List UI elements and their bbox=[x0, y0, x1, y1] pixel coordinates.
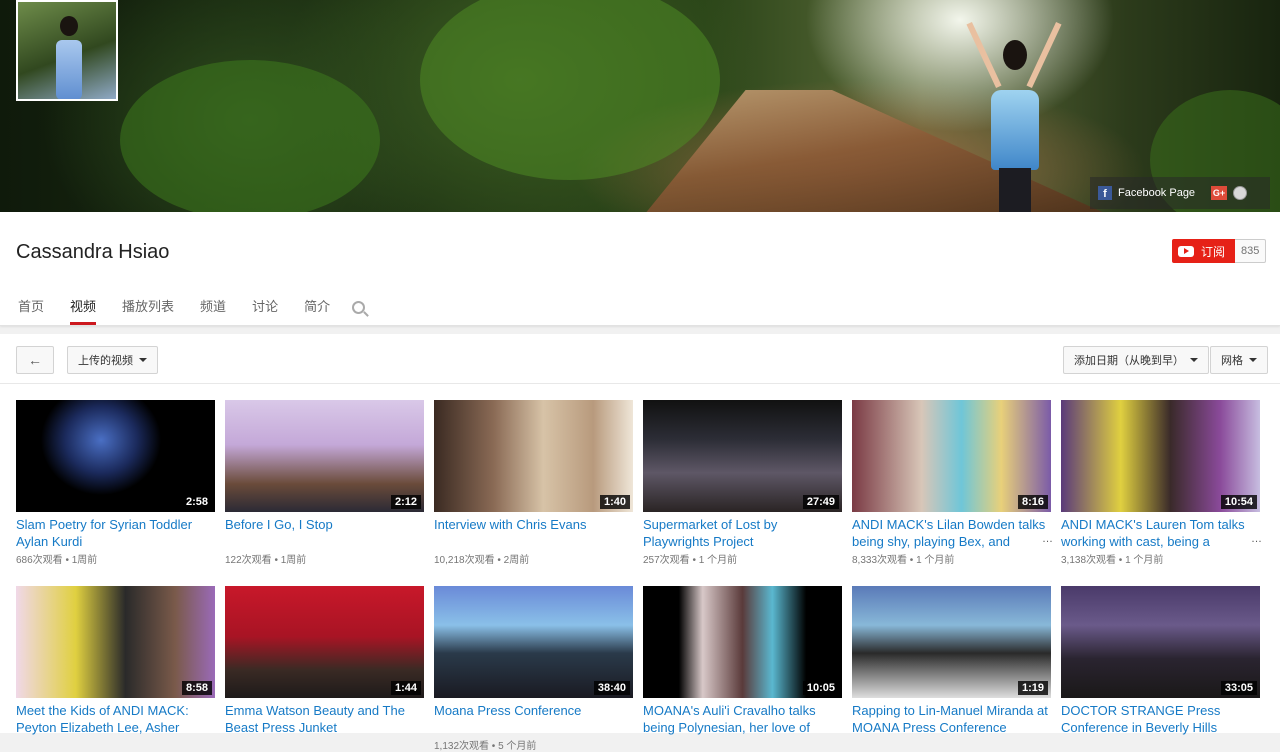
video-meta: 1,132次观看 • 5 个月前 bbox=[434, 741, 537, 752]
video-card[interactable]: 10:05 MOANA's Auli'i Cravalho talks bein… bbox=[643, 586, 842, 736]
video-duration: 38:40 bbox=[593, 681, 630, 695]
banner-foliage bbox=[120, 60, 380, 212]
globe-icon[interactable] bbox=[1233, 186, 1248, 200]
video-card[interactable]: 33:05 DOCTOR STRANGE Press Conference in… bbox=[1061, 586, 1260, 736]
chevron-down-icon bbox=[1190, 358, 1198, 362]
video-card[interactable]: 27:49 Supermarket of Lost by Playwrights… bbox=[643, 400, 842, 566]
sort-label: 添加日期（从晚到早） bbox=[1074, 355, 1184, 367]
back-button[interactable]: ← bbox=[16, 346, 54, 374]
chevron-down-icon bbox=[1249, 358, 1257, 362]
video-thumbnail[interactable]: 38:40 bbox=[434, 586, 633, 698]
chevron-down-icon bbox=[139, 358, 147, 362]
video-thumbnail[interactable]: 1:40 bbox=[434, 400, 633, 512]
channel-banner: f Facebook Page G+ bbox=[0, 0, 1280, 212]
video-meta: 122次观看 • 1周前 bbox=[225, 555, 307, 566]
videos-toolbar: ← 上传的视频 添加日期（从晚到早） 网格 bbox=[0, 334, 1280, 384]
banner-person bbox=[966, 22, 1062, 212]
video-duration: 1:40 bbox=[599, 495, 630, 509]
video-duration: 1:19 bbox=[1017, 681, 1048, 695]
uploads-label: 上传的视频 bbox=[78, 355, 133, 367]
channel-tabs: 首页 视频 播放列表 频道 讨论 简介 bbox=[0, 288, 366, 326]
video-thumbnail[interactable]: 10:05 bbox=[643, 586, 842, 698]
video-thumbnail[interactable]: 33:05 bbox=[1061, 586, 1260, 698]
video-duration: 10:05 bbox=[802, 681, 839, 695]
social-links: f Facebook Page G+ bbox=[1090, 177, 1270, 209]
tab-discussion[interactable]: 讨论 bbox=[252, 288, 278, 326]
video-title[interactable]: Supermarket of Lost by Playwrights Proje… bbox=[643, 516, 842, 550]
videos-section: ← 上传的视频 添加日期（从晚到早） 网格 2:58 Slam Poetry f… bbox=[0, 334, 1280, 752]
more-icon[interactable]: … bbox=[1251, 533, 1262, 545]
video-meta: 257次观看 • 1 个月前 bbox=[643, 555, 738, 566]
video-thumbnail[interactable]: 8:16 bbox=[852, 400, 1051, 512]
video-duration: 8:58 bbox=[181, 681, 212, 695]
video-title[interactable]: Meet the Kids of ANDI MACK: Peyton Eliza… bbox=[16, 702, 215, 736]
video-title[interactable]: Slam Poetry for Syrian Toddler Aylan Kur… bbox=[16, 516, 215, 550]
video-duration: 33:05 bbox=[1220, 681, 1257, 695]
video-thumbnail[interactable]: 10:54 bbox=[1061, 400, 1260, 512]
video-duration: 2:58 bbox=[181, 495, 212, 509]
video-meta: 3,138次观看 • 1 个月前 bbox=[1061, 555, 1164, 566]
video-thumbnail[interactable]: 1:19 bbox=[852, 586, 1051, 698]
video-card[interactable]: 1:19 Rapping to Lin-Manuel Miranda at MO… bbox=[852, 586, 1051, 736]
tab-channels[interactable]: 频道 bbox=[200, 288, 226, 326]
video-card[interactable]: 2:12 Before I Go, I Stop 122次观看 • 1周前 bbox=[225, 400, 424, 566]
tab-playlists[interactable]: 播放列表 bbox=[122, 288, 174, 326]
sort-dropdown[interactable]: 添加日期（从晚到早） bbox=[1063, 346, 1209, 374]
search-icon[interactable] bbox=[352, 301, 366, 314]
video-title[interactable]: Rapping to Lin-Manuel Miranda at MOANA P… bbox=[852, 702, 1051, 736]
video-title[interactable]: ANDI MACK's Lauren Tom talks working wit… bbox=[1061, 516, 1260, 550]
video-card[interactable]: 8:16 ANDI MACK's Lilan Bowden talks bein… bbox=[852, 400, 1053, 566]
channel-header: Cassandra Hsiao 订阅 835 首页 视频 播放列表 频道 讨论 … bbox=[0, 212, 1280, 326]
video-duration: 10:54 bbox=[1220, 495, 1257, 509]
subscribe-label: 订阅 bbox=[1201, 244, 1226, 259]
video-thumbnail[interactable]: 8:58 bbox=[16, 586, 215, 698]
view-label: 网格 bbox=[1221, 355, 1243, 367]
video-meta: 10,218次观看 • 2周前 bbox=[434, 555, 530, 566]
video-thumbnail[interactable]: 1:44 bbox=[225, 586, 424, 698]
video-thumbnail[interactable]: 2:58 bbox=[16, 400, 215, 512]
video-card[interactable]: 8:58 Meet the Kids of ANDI MACK: Peyton … bbox=[16, 586, 215, 736]
video-duration: 1:44 bbox=[390, 681, 421, 695]
video-card[interactable]: 10:54 ANDI MACK's Lauren Tom talks worki… bbox=[1061, 400, 1262, 566]
video-card[interactable]: 1:44 Emma Watson Beauty and The Beast Pr… bbox=[225, 586, 424, 736]
video-duration: 27:49 bbox=[802, 495, 839, 509]
video-title[interactable]: Before I Go, I Stop bbox=[225, 516, 424, 550]
tab-home[interactable]: 首页 bbox=[18, 288, 44, 326]
more-icon[interactable]: … bbox=[1042, 533, 1053, 545]
tab-videos[interactable]: 视频 bbox=[70, 288, 97, 326]
video-title[interactable]: ANDI MACK's Lilan Bowden talks being shy… bbox=[852, 516, 1051, 550]
video-title[interactable]: Interview with Chris Evans bbox=[434, 516, 633, 550]
subscribe-button[interactable]: 订阅 bbox=[1172, 239, 1236, 263]
subscribe-widget: 订阅 835 bbox=[1172, 239, 1267, 263]
video-card[interactable]: 2:58 Slam Poetry for Syrian Toddler Ayla… bbox=[16, 400, 215, 566]
video-card[interactable]: 38:40 Moana Press Conference 1,132次观看 • … bbox=[434, 586, 633, 752]
video-duration: 2:12 bbox=[390, 495, 421, 509]
subscriber-count: 835 bbox=[1235, 239, 1267, 263]
tab-about[interactable]: 简介 bbox=[304, 288, 330, 326]
view-dropdown[interactable]: 网格 bbox=[1210, 346, 1268, 374]
banner-foliage bbox=[420, 0, 720, 180]
back-arrow-icon: ← bbox=[28, 352, 42, 368]
video-title[interactable]: Emma Watson Beauty and The Beast Press J… bbox=[225, 702, 424, 736]
video-meta: 686次观看 • 1周前 bbox=[16, 555, 98, 566]
video-title[interactable]: Moana Press Conference bbox=[434, 702, 633, 736]
video-title[interactable]: DOCTOR STRANGE Press Conference in Bever… bbox=[1061, 702, 1260, 736]
video-thumbnail[interactable]: 27:49 bbox=[643, 400, 842, 512]
channel-title[interactable]: Cassandra Hsiao bbox=[16, 241, 169, 264]
video-meta: 8,333次观看 • 1 个月前 bbox=[852, 555, 955, 566]
facebook-page-link[interactable]: Facebook Page bbox=[1118, 187, 1195, 199]
video-thumbnail[interactable]: 2:12 bbox=[225, 400, 424, 512]
uploads-dropdown[interactable]: 上传的视频 bbox=[67, 346, 158, 374]
youtube-play-icon bbox=[1178, 245, 1194, 257]
channel-avatar[interactable] bbox=[16, 0, 118, 101]
facebook-icon: f bbox=[1098, 186, 1112, 200]
google-plus-icon[interactable]: G+ bbox=[1211, 186, 1228, 200]
video-card[interactable]: 1:40 Interview with Chris Evans 10,218次观… bbox=[434, 400, 633, 566]
video-duration: 8:16 bbox=[1017, 495, 1048, 509]
video-title[interactable]: MOANA's Auli'i Cravalho talks being Poly… bbox=[643, 702, 842, 736]
